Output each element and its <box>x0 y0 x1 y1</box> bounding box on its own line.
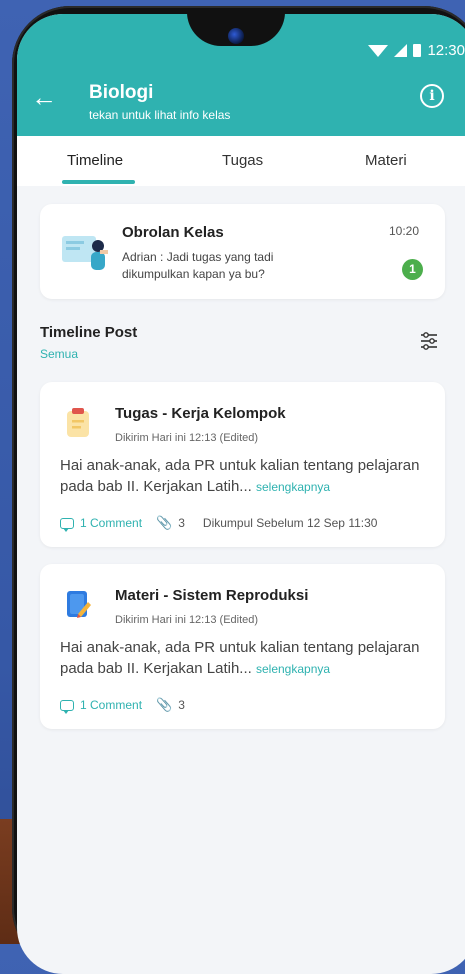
post-body: Hai anak-anak, ada PR untuk kalian tenta… <box>60 455 430 498</box>
info-icon[interactable]: i <box>420 84 444 108</box>
timeline-post-materi[interactable]: Materi - Sistem Reproduksi Dikirim Hari … <box>40 564 445 729</box>
class-chat-card[interactable]: Obrolan Kelas Adrian : Jadi tugas yang t… <box>40 204 445 299</box>
tab-timeline[interactable]: Timeline <box>67 152 123 169</box>
class-chat-illustration <box>62 236 108 270</box>
filter-icon[interactable] <box>420 331 438 351</box>
read-more-link[interactable]: selengkapnya <box>256 480 330 494</box>
page-subtitle[interactable]: tekan untuk lihat info kelas <box>89 108 230 122</box>
chat-last-message: Adrian : Jadi tugas yang tadi dikumpulka… <box>122 250 274 281</box>
comment-icon[interactable] <box>60 699 74 714</box>
post-body-text: Hai anak-anak, ada PR untuk kalian tenta… <box>60 639 420 677</box>
post-body-text: Hai anak-anak, ada PR untuk kalian tenta… <box>60 457 420 495</box>
comment-count[interactable]: 1 Comment <box>80 516 142 530</box>
tab-bar: Timeline Tugas Materi <box>17 136 465 186</box>
status-icons: 12:30 <box>368 42 465 59</box>
paperclip-icon: 📎 <box>156 697 173 712</box>
tab-tugas[interactable]: Tugas <box>222 152 263 169</box>
clipboard-icon <box>67 408 89 437</box>
app-screen: 12:30 ← Biologi tekan untuk lihat info k… <box>17 14 465 974</box>
book-pencil-icon <box>67 591 91 618</box>
paperclip-icon: 📎 <box>156 515 173 530</box>
chat-time: 10:20 <box>388 224 419 238</box>
post-footer: 1 Comment 📎 3 <box>60 697 185 714</box>
app-bar: ← Biologi tekan untuk lihat info kelas i <box>17 66 465 136</box>
deadline-text: Dikumpul Sebelum 12 Sep 11:30 <box>202 516 378 530</box>
tab-materi[interactable]: Materi <box>365 152 407 169</box>
status-time: 12:30 <box>427 42 465 59</box>
post-body: Hai anak-anak, ada PR untuk kalian tenta… <box>60 637 430 680</box>
comment-count[interactable]: 1 Comment <box>80 698 142 712</box>
battery-icon <box>413 44 422 57</box>
tab-indicator <box>62 180 135 184</box>
attachment-count: 3 <box>178 698 185 712</box>
post-meta: Dikirim Hari ini 12:13 (Edited) <box>115 614 259 626</box>
arrow-left-icon[interactable]: ← <box>31 84 57 110</box>
wifi-icon <box>368 44 389 57</box>
page-title[interactable]: Biologi <box>89 82 153 104</box>
post-title: Materi - Sistem Reproduksi <box>115 587 309 604</box>
post-footer: 1 Comment 📎 3 Dikumpul Sebelum 12 Sep 11… <box>60 515 378 532</box>
timeline-post-tugas[interactable]: Tugas - Kerja Kelompok Dikirim Hari ini … <box>40 382 445 547</box>
attachment-count: 3 <box>178 516 185 530</box>
timeline-filter-value[interactable]: Semua <box>40 347 78 361</box>
post-meta: Dikirim Hari ini 12:13 (Edited) <box>115 432 259 444</box>
signal-icon <box>394 44 408 57</box>
chat-title: Obrolan Kelas <box>122 224 224 241</box>
read-more-link[interactable]: selengkapnya <box>256 662 330 676</box>
comment-icon[interactable] <box>60 517 74 532</box>
unread-badge: 1 <box>402 259 423 280</box>
timeline-title: Timeline Post <box>40 324 138 341</box>
post-title: Tugas - Kerja Kelompok <box>115 405 286 422</box>
camera-icon <box>228 28 244 44</box>
